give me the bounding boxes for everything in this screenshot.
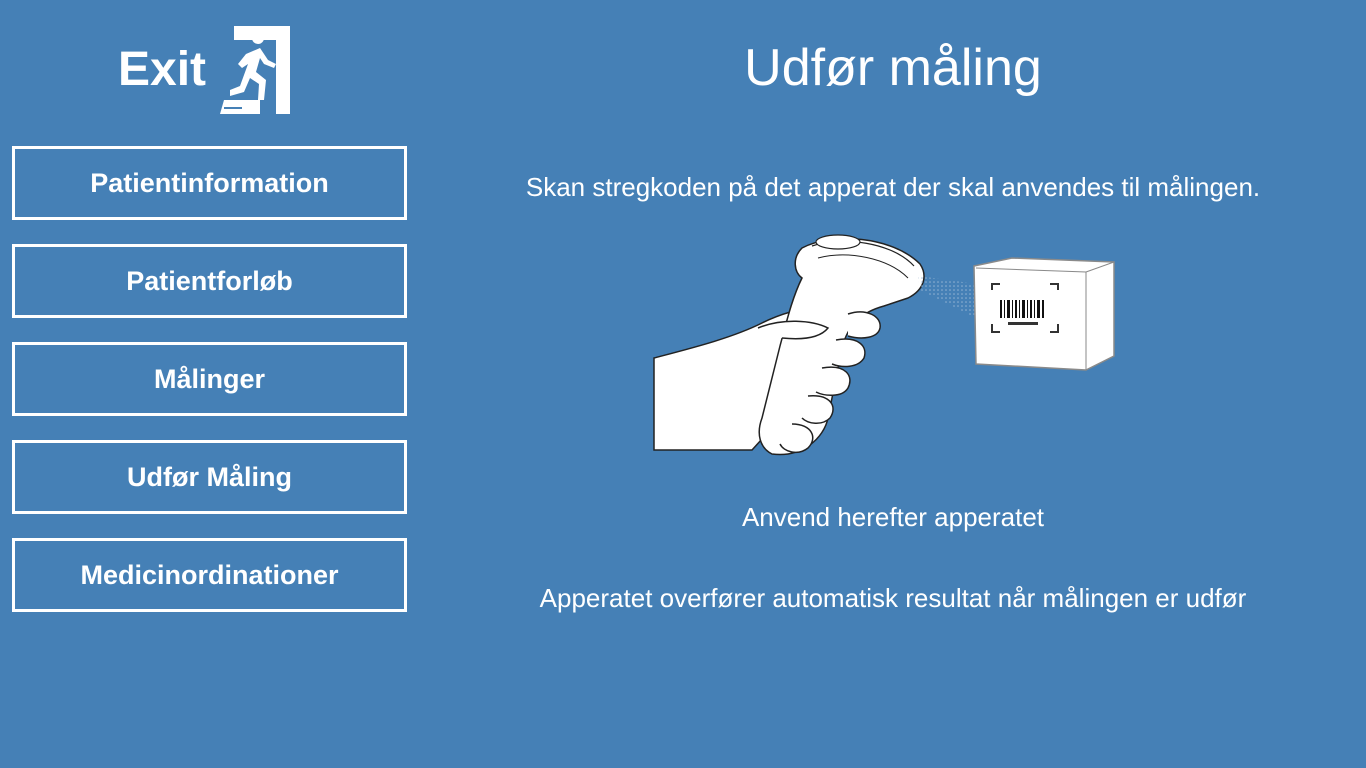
emergency-exit-icon — [220, 24, 292, 116]
nav-button-maalinger[interactable]: Målinger — [12, 342, 407, 416]
app-window: Exit Patientinformation Patientforløb Må… — [0, 0, 1366, 768]
nav-button-udfoer-maaling[interactable]: Udfør Måling — [12, 440, 407, 514]
nav-button-label: Patientforløb — [126, 265, 293, 296]
exit-label: Exit — [118, 43, 207, 96]
nav-button-label: Patientinformation — [90, 167, 329, 198]
sidebar-nav: Patientinformation Patientforløb Målinge… — [12, 146, 408, 636]
exit-button[interactable]: Exit — [118, 22, 292, 118]
nav-button-label: Målinger — [153, 363, 266, 394]
scan-instruction: Skan stregkoden på det apperat der skal … — [525, 172, 1261, 202]
use-instruction: Anvend herefter apperatet — [741, 502, 1045, 532]
main-content: Udfør måling Skan stregkoden på det appe… — [420, 0, 1366, 768]
barcode-scanner-illustration — [652, 228, 1122, 466]
auto-transfer-instruction: Apperatet overfører automatisk resultat … — [539, 583, 1247, 613]
nav-button-patientinformation[interactable]: Patientinformation — [12, 146, 407, 220]
nav-button-medicinordinationer[interactable]: Medicinordinationer — [12, 538, 407, 612]
page-title: Udfør måling — [744, 39, 1042, 97]
nav-button-patientforloeb[interactable]: Patientforløb — [12, 244, 407, 318]
nav-button-label: Medicinordinationer — [80, 559, 339, 590]
nav-button-label: Udfør Måling — [127, 461, 292, 492]
